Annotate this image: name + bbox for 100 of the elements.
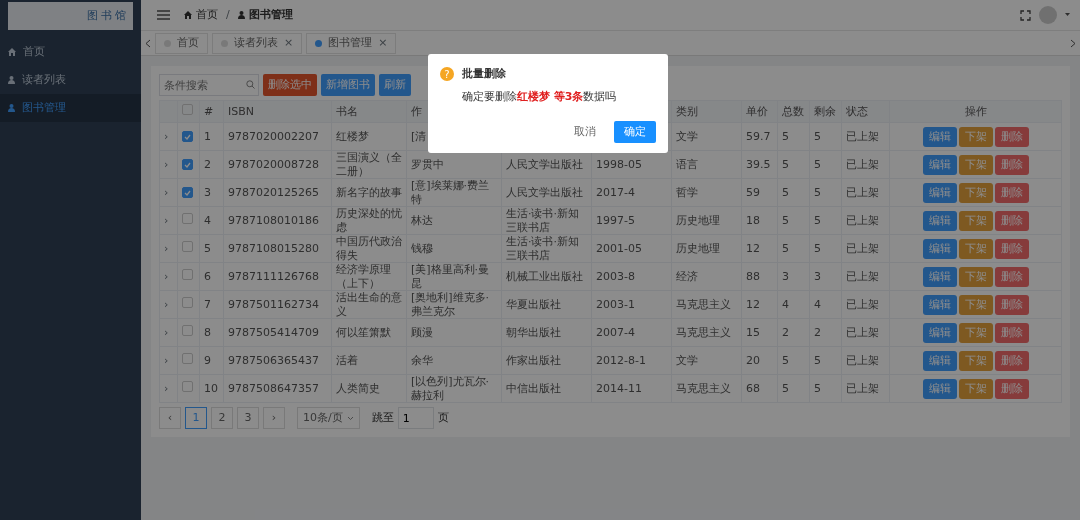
row-action-button[interactable]: 编辑 xyxy=(922,350,957,371)
table-cell: 5 xyxy=(814,185,821,199)
expand-icon[interactable]: › xyxy=(164,185,169,199)
close-icon[interactable]: × xyxy=(378,34,388,52)
table-cell: 钱穆 xyxy=(411,241,433,255)
row-action-button[interactable]: 编辑 xyxy=(922,154,957,175)
row-checkbox[interactable] xyxy=(182,269,193,281)
row-checkbox[interactable] xyxy=(182,353,193,365)
row-action-button[interactable]: 编辑 xyxy=(922,266,957,287)
row-action-button[interactable]: 编辑 xyxy=(922,238,957,259)
table-cell: 机械工业出版社 xyxy=(506,269,583,283)
previous-page-button[interactable]: ‹ xyxy=(159,407,181,429)
row-action-button[interactable]: 删除 xyxy=(994,154,1029,175)
confirm-button[interactable]: 确定 xyxy=(614,121,656,143)
page-button[interactable]: 3 xyxy=(237,407,259,429)
close-icon[interactable]: × xyxy=(284,34,294,52)
row-checkbox[interactable] xyxy=(182,241,193,253)
menu-icon[interactable] xyxy=(157,10,170,20)
table-cell: 5 xyxy=(814,213,821,227)
row-checkbox[interactable] xyxy=(182,325,193,337)
row-action-button[interactable]: 下架 xyxy=(958,294,993,315)
table-cell: 9787506365437 xyxy=(228,353,319,367)
sidebar-item[interactable]: 首页 xyxy=(0,38,141,66)
row-action-button[interactable]: 删除 xyxy=(994,378,1029,399)
column-header: 剩余 xyxy=(814,104,836,118)
column-header: 单价 xyxy=(746,104,768,118)
table-cell: 4 xyxy=(782,297,789,311)
row-action-button[interactable]: 编辑 xyxy=(922,294,957,315)
row-action-button[interactable]: 下架 xyxy=(958,378,993,399)
row-action-button[interactable]: 下架 xyxy=(958,182,993,203)
table-cell: [奥地利]维克多·弗兰克尔 xyxy=(411,291,490,318)
user-icon xyxy=(8,76,15,84)
sidebar-item[interactable]: 图书管理 xyxy=(0,94,141,122)
expand-icon[interactable]: › xyxy=(164,325,169,339)
toolbar-button[interactable]: 刷新 xyxy=(379,74,411,96)
row-action-button[interactable]: 编辑 xyxy=(922,126,957,147)
page-button[interactable]: 1 xyxy=(185,407,207,429)
table-cell: 5 xyxy=(814,241,821,255)
table-cell: 59 xyxy=(746,185,760,199)
tab[interactable]: 图书管理 × xyxy=(306,32,397,54)
row-action-button[interactable]: 下架 xyxy=(958,210,993,231)
page-button[interactable]: 2 xyxy=(211,407,233,429)
expand-icon[interactable]: › xyxy=(164,353,169,367)
next-page-button[interactable]: › xyxy=(263,407,285,429)
avatar[interactable] xyxy=(1039,6,1057,24)
row-action-button[interactable]: 删除 xyxy=(994,126,1029,147)
page-size-select[interactable]: 10条/页 xyxy=(297,407,360,429)
row-action-button[interactable]: 编辑 xyxy=(922,322,957,343)
expand-icon[interactable]: › xyxy=(164,157,169,171)
row-checkbox[interactable] xyxy=(182,381,193,393)
row-action-button[interactable]: 下架 xyxy=(958,126,993,147)
table-cell: 林达 xyxy=(411,213,433,227)
row-action-button[interactable]: 删除 xyxy=(994,210,1029,231)
page-input[interactable]: 1 xyxy=(397,407,434,429)
table-cell: 2012-8-1 xyxy=(596,353,646,367)
chevron-right-icon[interactable] xyxy=(1070,38,1076,48)
table-cell: 2007-4 xyxy=(596,325,635,339)
tab[interactable]: 首页 xyxy=(155,32,208,54)
chevron-left-icon[interactable] xyxy=(145,38,151,48)
row-action-button[interactable]: 下架 xyxy=(958,154,993,175)
table-cell: 作家出版社 xyxy=(506,353,561,367)
row-action-button[interactable]: 删除 xyxy=(994,350,1029,371)
row-action-button[interactable]: 编辑 xyxy=(922,210,957,231)
table-cell: 罗贯中 xyxy=(411,157,444,171)
row-action-button[interactable]: 编辑 xyxy=(922,182,957,203)
table-cell: 12 xyxy=(746,241,760,255)
expand-icon[interactable]: › xyxy=(164,129,169,143)
breadcrumb-link[interactable]: 首页 xyxy=(196,6,218,24)
select-all-checkbox[interactable] xyxy=(182,104,193,116)
tab[interactable]: 读者列表 × xyxy=(212,32,303,54)
row-action-button[interactable]: 下架 xyxy=(958,238,993,259)
table-cell: 6 xyxy=(204,269,211,283)
expand-icon[interactable]: › xyxy=(164,381,169,395)
expand-icon[interactable]: › xyxy=(164,297,169,311)
row-action-button[interactable]: 删除 xyxy=(994,294,1029,315)
row-checkbox[interactable] xyxy=(182,297,193,309)
row-action-button[interactable]: 删除 xyxy=(994,322,1029,343)
row-action-button[interactable]: 删除 xyxy=(994,182,1029,203)
search-icon[interactable] xyxy=(246,80,255,89)
row-checkbox[interactable] xyxy=(182,131,193,143)
expand-icon[interactable]: › xyxy=(164,269,169,283)
row-checkbox[interactable] xyxy=(182,159,193,171)
search-field[interactable]: 条件搜索 xyxy=(159,74,259,96)
row-checkbox[interactable] xyxy=(182,187,193,199)
table-cell: 顾漫 xyxy=(411,325,433,339)
row-action-button[interactable]: 下架 xyxy=(958,350,993,371)
row-action-button[interactable]: 编辑 xyxy=(922,378,957,399)
row-action-button[interactable]: 下架 xyxy=(958,322,993,343)
caret-icon[interactable] xyxy=(1065,13,1070,17)
breadcrumb-link[interactable]: 图书管理 xyxy=(248,6,293,24)
sidebar-item[interactable]: 读者列表 xyxy=(0,66,141,94)
expand-icon[interactable]: › xyxy=(164,213,169,227)
row-checkbox[interactable] xyxy=(182,213,193,225)
row-action-button[interactable]: 删除 xyxy=(994,266,1029,287)
row-action-button[interactable]: 删除 xyxy=(994,238,1029,259)
toolbar-button[interactable]: 删除选中 xyxy=(263,74,317,96)
toolbar-button[interactable]: 新增图书 xyxy=(321,74,375,96)
fullscreen-icon[interactable] xyxy=(1020,9,1031,21)
expand-icon[interactable]: › xyxy=(164,241,169,255)
row-action-button[interactable]: 下架 xyxy=(958,266,993,287)
